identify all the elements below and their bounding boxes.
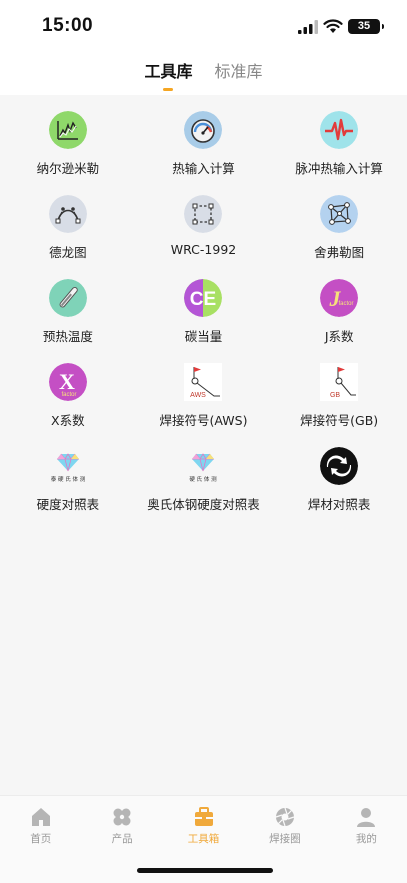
tool-wrc-1992[interactable]: WRC-1992 [136, 195, 272, 261]
tab-label: 工具库 [144, 62, 193, 81]
tool-preheat-temperature[interactable]: 预热温度 [0, 279, 136, 345]
tool-label: 德龙图 [49, 245, 87, 260]
pulse-icon [320, 111, 359, 149]
diamond-icon: 泰 硬 氏 体 测 [48, 447, 87, 485]
tool-label: 预热温度 [42, 329, 93, 344]
aperture-icon [274, 806, 296, 828]
tool-grid-area: 纳尔逊米勒 热输入计算 脉冲热输入计算 德龙图 WRC-1992 舍弗勒图 预热… [0, 95, 407, 795]
tool-x-factor[interactable]: X factor X系数 [0, 363, 136, 429]
aws-text: AWS [191, 392, 207, 399]
tool-heat-input-calc[interactable]: 热输入计算 [136, 111, 272, 177]
tool-hardness-table[interactable]: 泰 硬 氏 体 测 硬度对照表 [0, 447, 136, 513]
nav-label: 工具箱 [187, 833, 220, 845]
home-indicator [137, 868, 273, 873]
nav-label: 焊接圈 [269, 833, 301, 845]
tool-label: J系数 [324, 329, 354, 344]
tool-austenitic-hardness-table[interactable]: 硬 氏 体 测 奥氏体钢硬度对照表 [136, 447, 272, 513]
home-icon [30, 806, 52, 828]
line-chart-icon [48, 111, 87, 149]
tool-schaeffler-diagram[interactable]: 舍弗勒图 [271, 195, 407, 261]
user-icon [355, 806, 377, 828]
signal-icon [298, 20, 318, 34]
status-bar: 15:00 35 [0, 0, 407, 52]
tool-label: 脉冲热输入计算 [295, 161, 383, 176]
nav-label: 我的 [355, 833, 377, 845]
tool-label: 舍弗勒图 [314, 245, 365, 260]
factor-text: factor [339, 301, 354, 307]
factor-text: factor [61, 392, 76, 398]
tool-label: 焊接符号(GB) [300, 413, 379, 428]
wifi-icon [323, 19, 343, 33]
nav-home[interactable]: 首页 [0, 796, 81, 883]
weld-symbol-gb-icon: GB [320, 363, 359, 401]
diamond-icon: 硬 氏 体 测 [184, 447, 223, 485]
nav-label: 产品 [111, 833, 133, 845]
top-tabs: 工具库 标准库 [0, 60, 407, 94]
status-time: 15:00 [42, 15, 94, 36]
hardness-logo-text: 泰 硬 氏 体 测 [51, 475, 86, 483]
ce-icon: CE [184, 279, 223, 317]
tool-weld-symbol-aws[interactable]: AWS 焊接符号(AWS) [136, 363, 272, 429]
tool-pulse-heat-input-calc[interactable]: 脉冲热输入计算 [271, 111, 407, 177]
hardness-logo-text: 硬 氏 体 测 [190, 475, 218, 483]
x-text: X [59, 369, 75, 394]
x-factor-icon: X factor [48, 363, 87, 401]
tool-carbon-equivalent[interactable]: CE 碳当量 [136, 279, 272, 345]
tool-j-factor[interactable]: J factor J系数 [271, 279, 407, 345]
tool-label: 碳当量 [184, 329, 223, 344]
active-tab-indicator [163, 88, 174, 91]
ce-text: CE [190, 289, 216, 310]
nav-profile[interactable]: 我的 [326, 796, 407, 883]
j-text: J [329, 286, 342, 311]
tool-weld-symbol-gb[interactable]: GB 焊接符号(GB) [271, 363, 407, 429]
tool-filler-metal-table[interactable]: 焊材对照表 [271, 447, 407, 513]
curve-icon [48, 195, 87, 233]
tool-grid: 纳尔逊米勒 热输入计算 脉冲热输入计算 德龙图 WRC-1992 舍弗勒图 预热… [0, 95, 407, 513]
tab-standard-library[interactable]: 标准库 [215, 60, 263, 94]
battery-indicator: 35 [348, 19, 384, 34]
gb-text: GB [330, 392, 340, 399]
tool-label: 热输入计算 [172, 161, 235, 176]
tool-label: WRC-1992 [170, 242, 237, 257]
tool-label: 焊接符号(AWS) [159, 413, 248, 428]
tool-label: X系数 [51, 413, 85, 428]
weld-symbol-aws-icon: AWS [184, 363, 223, 401]
tool-nelson-miller[interactable]: 纳尔逊米勒 [0, 111, 136, 177]
j-factor-icon: J factor [320, 279, 359, 317]
tab-label: 标准库 [214, 62, 263, 81]
tool-label: 焊材对照表 [307, 497, 371, 512]
tab-tool-library[interactable]: 工具库 [144, 60, 193, 94]
nav-label: 首页 [30, 833, 52, 845]
exchange-icon [320, 447, 359, 485]
tool-label: 奥氏体钢硬度对照表 [147, 497, 260, 512]
gauge-icon [184, 111, 223, 149]
thermometer-icon [48, 279, 87, 317]
network-icon [320, 195, 359, 233]
toolbox-icon [193, 806, 215, 828]
tool-label: 纳尔逊米勒 [36, 161, 100, 176]
product-icon [111, 806, 133, 828]
tool-label: 硬度对照表 [36, 497, 100, 512]
tool-delong-diagram[interactable]: 德龙图 [0, 195, 136, 261]
grid-nodes-icon [184, 195, 223, 233]
